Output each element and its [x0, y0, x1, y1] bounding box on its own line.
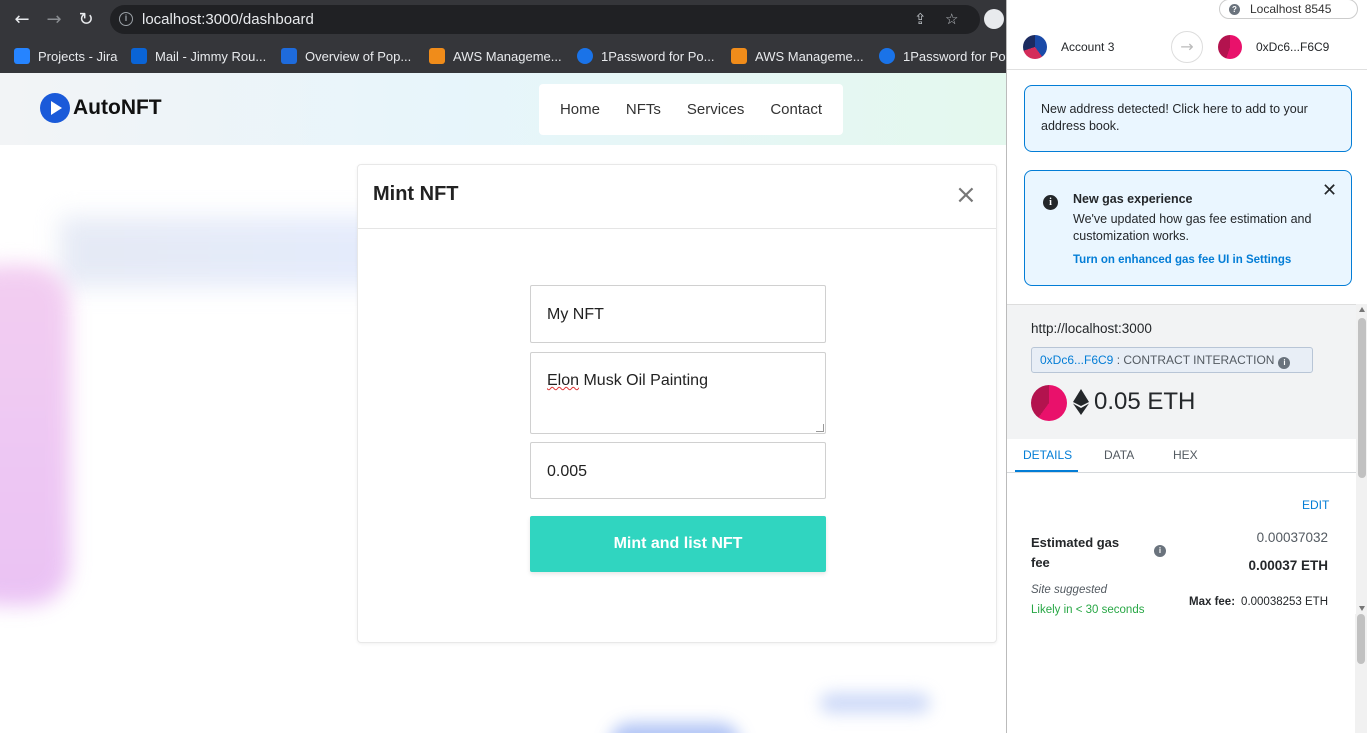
gas-experience-notice: i New gas experience We've updated how g…	[1024, 170, 1352, 286]
gas-notice-body: We've updated how gas fee estimation and…	[1073, 212, 1312, 243]
network-selector[interactable]: ? Localhost 8545	[1219, 0, 1358, 19]
scrollbar-thumb[interactable]	[1357, 614, 1365, 664]
nav-home[interactable]: Home	[560, 101, 600, 118]
tab-hex[interactable]: HEX	[1173, 448, 1198, 462]
outlook-icon	[131, 48, 147, 64]
account-avatar	[1031, 385, 1067, 421]
description-text: Musk Oil Painting	[579, 372, 708, 389]
mint-and-list-button[interactable]: Mint and list NFT	[530, 516, 826, 572]
transaction-tabs: DETAILS DATA HEX	[1007, 439, 1356, 473]
scrollbar-thumb[interactable]	[1358, 318, 1366, 478]
brand-name: AutoNFT	[73, 96, 162, 119]
background-blur	[610, 723, 740, 733]
mint-nft-modal: Mint NFT × My NFT Elon Musk Oil Painting…	[357, 164, 997, 643]
background-blur	[820, 693, 930, 713]
gas-fee-value: 0.00037032	[1256, 530, 1328, 545]
info-icon: i	[1043, 195, 1058, 210]
back-icon[interactable]: ←	[10, 8, 34, 32]
transaction-summary: http://localhost:3000 0xDc6...F6C9 : CON…	[1007, 305, 1356, 439]
aws-icon	[429, 48, 445, 64]
bookmark-item[interactable]: Mail - Jimmy Rou...	[131, 47, 266, 65]
edit-gas-button[interactable]: EDIT	[1302, 498, 1329, 512]
contract-address[interactable]: 0xDc6...F6C9	[1040, 353, 1113, 367]
gas-fee-eth: 0.00037 ETH	[1248, 558, 1328, 573]
account-avatar	[1023, 35, 1047, 59]
scroll-up-icon[interactable]	[1359, 307, 1365, 312]
resize-handle-icon[interactable]	[816, 424, 824, 432]
gas-notice-title: New gas experience	[1073, 192, 1193, 206]
bookmark-item[interactable]: AWS Manageme...	[429, 47, 562, 65]
brand[interactable]: AutoNFT	[40, 93, 162, 123]
site-suggested-label: Site suggested	[1031, 584, 1108, 596]
nft-price-input[interactable]: 0.005	[530, 442, 826, 499]
network-name: Localhost 8545	[1250, 2, 1332, 16]
url-text[interactable]: localhost:3000/dashboard	[142, 11, 314, 28]
transaction-panel: http://localhost:3000 0xDc6...F6C9 : CON…	[1007, 304, 1356, 616]
bookmark-item[interactable]: Overview of Pop...	[281, 47, 411, 65]
tab-data[interactable]: DATA	[1104, 448, 1134, 462]
contract-interaction-badge[interactable]: 0xDc6...F6C9 : CONTRACT INTERACTION i	[1031, 347, 1313, 373]
reload-icon[interactable]: ↻	[74, 8, 98, 32]
close-icon[interactable]: ×	[955, 182, 977, 208]
play-logo-icon	[40, 93, 70, 123]
main-nav: Home NFTs Services Contact	[539, 84, 843, 135]
tab-details[interactable]: DETAILS	[1023, 448, 1072, 462]
max-fee-value: 0.00038253 ETH	[1241, 596, 1328, 608]
page-scrollbar[interactable]	[1355, 614, 1367, 733]
close-icon[interactable]: ✕	[1322, 180, 1337, 201]
nft-name-input[interactable]: My NFT	[530, 285, 826, 343]
confluence-icon	[281, 48, 297, 64]
bookmark-item[interactable]: 1Password for Po	[879, 47, 1006, 65]
estimated-gas-label: Estimated gas fee	[1031, 535, 1120, 570]
share-icon[interactable]: ⇪	[914, 10, 927, 28]
address-bar[interactable]: i localhost:3000/dashboard ⇪ ☆	[110, 5, 980, 34]
time-estimate: Likely in < 30 seconds	[1031, 604, 1145, 616]
active-tab-indicator	[1015, 470, 1078, 472]
nav-services[interactable]: Services	[687, 101, 745, 118]
origin-url: http://localhost:3000	[1031, 321, 1152, 336]
enhanced-gas-settings-link[interactable]: Turn on enhanced gas fee UI in Settings	[1073, 254, 1291, 266]
recipient-avatar	[1218, 35, 1242, 59]
background-blur	[0, 265, 70, 605]
info-icon[interactable]: i	[1278, 357, 1291, 369]
bookmark-item[interactable]: Projects - Jira	[14, 47, 117, 65]
1password-icon	[577, 48, 593, 64]
page-viewport: AutoNFT Home NFTs Services Contact Mint …	[0, 73, 1007, 733]
info-icon[interactable]: i	[1154, 545, 1166, 557]
site-info-icon[interactable]: i	[119, 12, 133, 26]
bookmark-item[interactable]: 1Password for Po...	[577, 47, 714, 65]
popup-scrollbar[interactable]	[1356, 304, 1367, 614]
from-account[interactable]: Account 3	[1061, 40, 1114, 54]
metamask-popup: ? Localhost 8545 Account 3 → 0xDc6...F6C…	[1006, 0, 1367, 733]
metamask-extension-icon[interactable]	[984, 9, 1004, 29]
to-account[interactable]: 0xDc6...F6C9	[1256, 40, 1329, 54]
bookmark-star-icon[interactable]: ☆	[945, 10, 958, 28]
help-icon: ?	[1229, 3, 1240, 15]
modal-title: Mint NFT	[373, 183, 459, 205]
1password-icon	[879, 48, 895, 64]
modal-header: Mint NFT ×	[358, 165, 996, 229]
scroll-down-icon[interactable]	[1359, 606, 1365, 611]
ethereum-icon	[1073, 389, 1089, 415]
nav-contact[interactable]: Contact	[770, 101, 822, 118]
nav-nfts[interactable]: NFTs	[626, 101, 661, 118]
max-fee-label: Max fee:	[1189, 596, 1236, 608]
bookmark-item[interactable]: AWS Manageme...	[731, 47, 864, 65]
spellcheck-word: Elon	[547, 372, 580, 389]
jira-icon	[14, 48, 30, 64]
contract-interaction-label: : CONTRACT INTERACTION	[1113, 353, 1275, 367]
transaction-amount: 0.05 ETH	[1094, 388, 1196, 415]
arrow-right-icon: →	[1171, 31, 1203, 63]
aws-icon	[731, 48, 747, 64]
site-header: AutoNFT Home NFTs Services Contact	[0, 73, 1007, 145]
new-address-notice[interactable]: New address detected! Click here to add …	[1024, 85, 1352, 152]
metamask-header: ? Localhost 8545 Account 3 → 0xDc6...F6C…	[1007, 0, 1367, 70]
nft-description-textarea[interactable]: Elon Musk Oil Painting	[530, 352, 826, 434]
forward-icon[interactable]: →	[42, 8, 66, 32]
max-fee: Max fee: 0.00038253 ETH	[1189, 596, 1328, 608]
